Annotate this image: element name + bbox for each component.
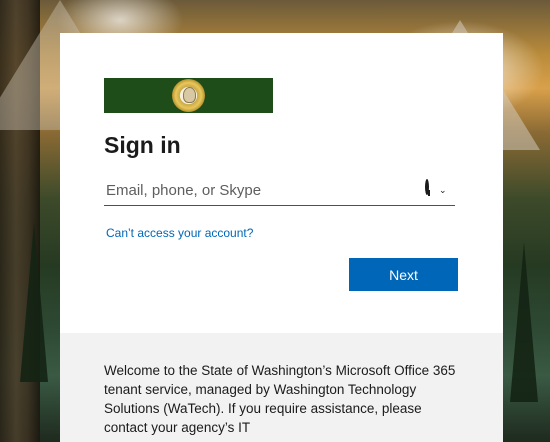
- welcome-footer: Welcome to the State of Washington’s Mic…: [60, 333, 503, 442]
- credential-picker-button[interactable]: ⌄: [425, 179, 447, 198]
- welcome-text: Welcome to the State of Washington’s Mic…: [104, 363, 456, 435]
- washington-state-seal-icon: [172, 79, 205, 112]
- email-field-container: ⌄: [104, 176, 455, 206]
- pine-tree: [510, 242, 538, 402]
- email-field[interactable]: [104, 176, 416, 204]
- organization-logo-banner: [104, 78, 273, 113]
- pine-tree: [20, 222, 48, 382]
- seal-portrait: [183, 87, 196, 103]
- cant-access-account-link[interactable]: Can’t access your account?: [106, 226, 253, 240]
- next-button[interactable]: Next: [349, 258, 458, 291]
- signin-card: Sign in ⌄ Can’t access your account? Nex…: [60, 33, 503, 333]
- page-title: Sign in: [104, 132, 181, 158]
- key-icon: [425, 179, 434, 197]
- chevron-down-icon: ⌄: [439, 184, 447, 195]
